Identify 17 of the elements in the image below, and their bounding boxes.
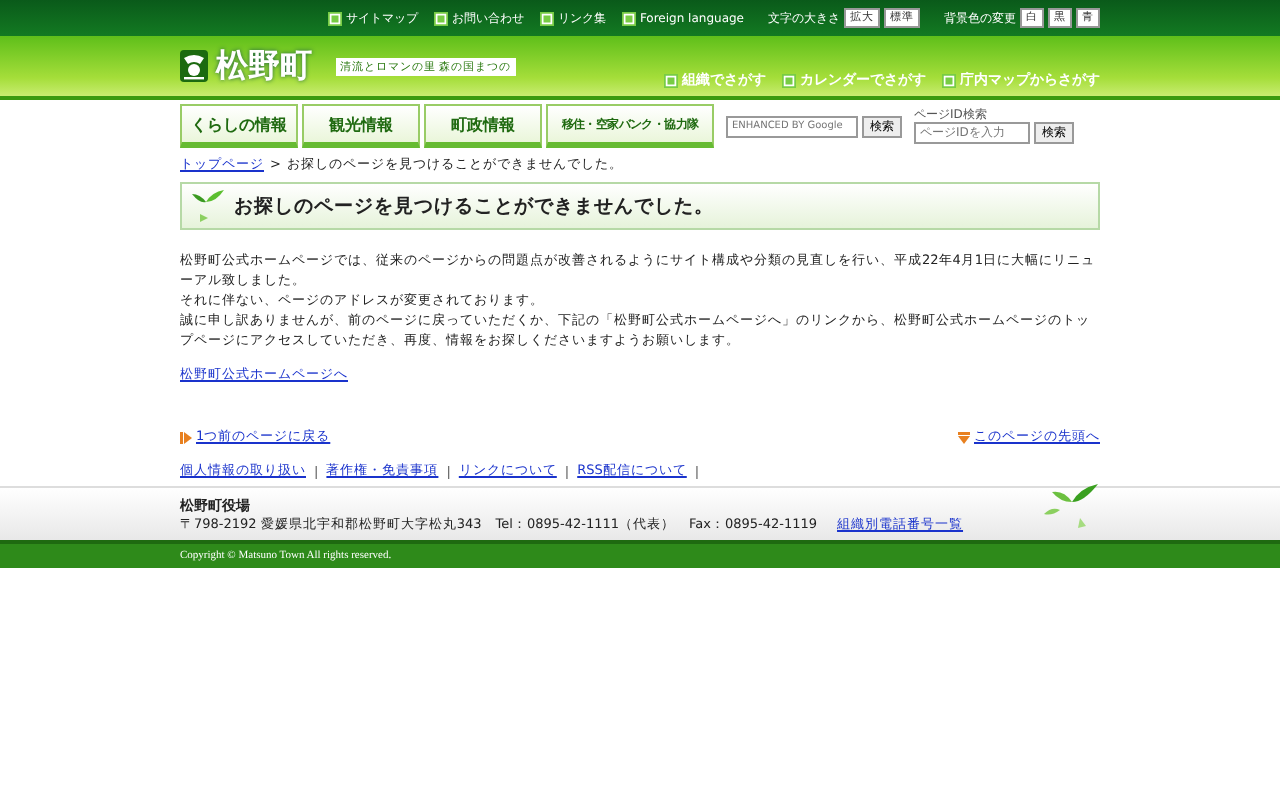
bullet-icon [782,73,796,87]
page-heading: お探しのページを見つけることができませんでした。 [234,193,714,219]
bullet-icon [621,11,636,25]
leaves-drawing [1040,482,1100,534]
arrow-icon [180,431,192,443]
nav-tab[interactable]: 町政情報 [424,104,542,148]
bullet-icon [539,11,554,25]
bullet-icon [433,11,448,25]
leaf-icon [190,188,226,224]
town-emblem-icon [180,50,208,82]
nav-tab[interactable]: くらしの情報 [180,104,298,148]
arrow-icon [958,431,970,443]
bullet-icon [664,73,678,87]
site-title: 松野町 [216,45,312,87]
nav-tab[interactable]: 観光情報 [302,104,420,148]
bullet-icon [942,73,956,87]
bullet-icon [327,11,342,25]
